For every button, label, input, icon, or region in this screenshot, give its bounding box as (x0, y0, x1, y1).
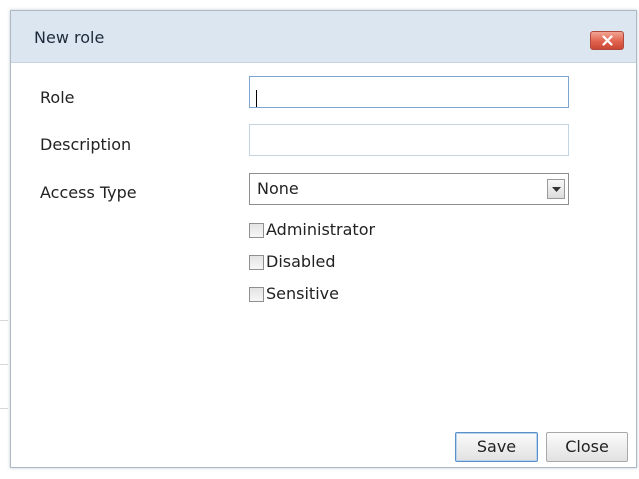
new-role-dialog: New role Role Description Access Type No… (10, 10, 637, 468)
save-button[interactable]: Save (455, 432, 538, 462)
sensitive-checkbox[interactable] (249, 287, 264, 302)
background-divider (0, 364, 8, 365)
role-label: Role (40, 88, 75, 107)
role-input[interactable] (249, 76, 569, 108)
access-type-selected-value: None (257, 179, 299, 198)
access-type-label: Access Type (40, 183, 137, 202)
close-x-icon (602, 35, 613, 46)
background-page-edge (0, 0, 10, 479)
disabled-checkbox[interactable] (249, 255, 264, 270)
dropdown-button[interactable] (547, 179, 565, 199)
dialog-titlebar[interactable]: New role (11, 11, 636, 63)
dialog-title: New role (34, 28, 105, 47)
disabled-checkbox-label: Disabled (266, 252, 336, 271)
background-divider (0, 408, 8, 409)
chevron-down-icon (552, 187, 561, 192)
background-divider (0, 320, 8, 321)
close-button[interactable]: Close (546, 432, 628, 462)
close-x-button[interactable] (590, 31, 624, 50)
access-type-select[interactable]: None (249, 173, 569, 205)
administrator-checkbox[interactable] (249, 223, 264, 238)
description-label: Description (40, 135, 132, 154)
sensitive-checkbox-label: Sensitive (266, 284, 339, 303)
administrator-checkbox-label: Administrator (266, 220, 376, 239)
text-caret (256, 90, 257, 107)
description-input[interactable] (249, 124, 569, 156)
